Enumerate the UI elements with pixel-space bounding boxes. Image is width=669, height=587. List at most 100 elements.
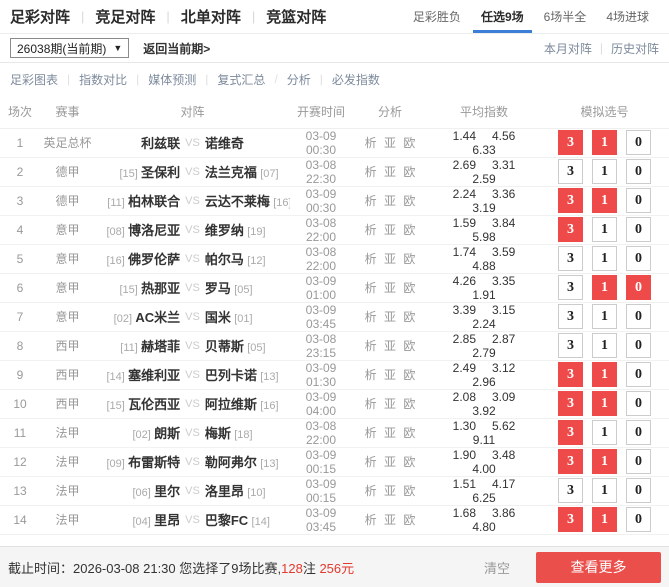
tab-shengfu[interactable]: 足彩胜负 [403,0,471,33]
pick-button-1[interactable]: 1 [592,130,617,155]
home-team[interactable]: 佛罗伦萨 [128,252,180,267]
pick-button-1[interactable]: 1 [592,188,617,213]
pick-button-0[interactable]: 0 [626,449,651,474]
tab-renxuan9-active[interactable]: 任选9场 [471,0,534,33]
pick-button-3[interactable]: 3 [558,130,583,155]
tab-4jinqiu[interactable]: 4场进球 [596,0,659,33]
pick-button-1[interactable]: 1 [592,304,617,329]
pick-button-1[interactable]: 1 [592,478,617,503]
nav-beidan-duizhen[interactable]: 北单对阵 [181,6,241,27]
pick-button-3[interactable]: 3 [558,217,583,242]
away-team[interactable]: 贝蒂斯 [205,339,244,354]
analysis-link-ya[interactable]: 亚 [384,397,396,411]
pick-button-1[interactable]: 1 [592,420,617,445]
home-team[interactable]: 圣保利 [141,165,180,180]
analysis-link-ou[interactable]: 欧 [403,223,415,237]
home-team[interactable]: 博洛尼亚 [128,223,180,238]
subnav-zucai-chart[interactable]: 足彩图表 [10,71,58,88]
away-team[interactable]: 法兰克福 [205,165,257,180]
analysis-link-ou[interactable]: 欧 [403,339,415,353]
pick-button-0[interactable]: 0 [626,362,651,387]
analysis-link-xi[interactable]: 析 [365,223,377,237]
pick-button-0[interactable]: 0 [626,507,651,532]
pick-button-1[interactable]: 1 [592,391,617,416]
subnav-media-predict[interactable]: 媒体预测 [148,71,196,88]
analysis-link-xi[interactable]: 析 [365,513,377,527]
analysis-link-ou[interactable]: 欧 [403,368,415,382]
back-to-current-link[interactable]: 返回当前期> [143,40,210,57]
analysis-link-ou[interactable]: 欧 [403,397,415,411]
subnav-bifa-index[interactable]: 必发指数 [332,71,380,88]
home-team[interactable]: AC米兰 [135,310,180,325]
home-team[interactable]: 里尔 [154,484,180,499]
pick-button-1[interactable]: 1 [592,333,617,358]
pick-button-3[interactable]: 3 [558,333,583,358]
analysis-link-ya[interactable]: 亚 [384,426,396,440]
analysis-link-xi[interactable]: 析 [365,281,377,295]
analysis-link-ya[interactable]: 亚 [384,513,396,527]
pick-button-1[interactable]: 1 [592,159,617,184]
history-matches-link[interactable]: 历史对阵 [611,40,659,57]
away-team[interactable]: 国米 [205,310,231,325]
analysis-link-ou[interactable]: 欧 [403,165,415,179]
analysis-link-ou[interactable]: 欧 [403,136,415,150]
home-team[interactable]: 热那亚 [141,281,180,296]
away-team[interactable]: 阿拉维斯 [205,397,257,412]
away-team[interactable]: 诺维奇 [205,136,244,151]
away-team[interactable]: 勒阿弗尔 [205,455,257,470]
analysis-link-ya[interactable]: 亚 [384,339,396,353]
subnav-fushi-summary[interactable]: 复式汇总 [217,71,265,88]
away-team[interactable]: 洛里昂 [205,484,244,499]
pick-button-3[interactable]: 3 [558,188,583,213]
pick-button-0[interactable]: 0 [626,246,651,271]
away-team[interactable]: 帕尔马 [205,252,244,267]
home-team[interactable]: 里昂 [154,513,180,528]
subnav-index-compare[interactable]: 指数对比 [79,71,127,88]
subnav-analysis[interactable]: 分析 [287,71,311,88]
pick-button-0[interactable]: 0 [626,217,651,242]
nav-jingzu-duizhen[interactable]: 竞足对阵 [95,6,155,27]
pick-button-3[interactable]: 3 [558,304,583,329]
analysis-link-ya[interactable]: 亚 [384,136,396,150]
month-matches-link[interactable]: 本月对阵 [544,40,592,57]
away-team[interactable]: 云达不莱梅 [205,194,270,209]
analysis-link-ya[interactable]: 亚 [384,194,396,208]
pick-button-3[interactable]: 3 [558,420,583,445]
analysis-link-ou[interactable]: 欧 [403,426,415,440]
pick-button-0[interactable]: 0 [626,304,651,329]
away-team[interactable]: 梅斯 [205,426,231,441]
period-select[interactable]: 26038期(当前期) ▼ [10,38,130,58]
pick-button-1[interactable]: 1 [592,217,617,242]
analysis-link-ya[interactable]: 亚 [384,310,396,324]
analysis-link-ya[interactable]: 亚 [384,252,396,266]
pick-button-3[interactable]: 3 [558,507,583,532]
analysis-link-xi[interactable]: 析 [365,455,377,469]
pick-button-3[interactable]: 3 [558,275,583,300]
analysis-link-ou[interactable]: 欧 [403,194,415,208]
analysis-link-xi[interactable]: 析 [365,484,377,498]
pick-button-0[interactable]: 0 [626,275,651,300]
tab-6banquan[interactable]: 6场半全 [534,0,597,33]
clear-button[interactable]: 清空 [484,558,510,577]
pick-button-1[interactable]: 1 [592,449,617,474]
away-team[interactable]: 维罗纳 [205,223,244,238]
analysis-link-ou[interactable]: 欧 [403,484,415,498]
home-team[interactable]: 利兹联 [141,136,180,151]
away-team[interactable]: 巴列卡诺 [205,368,257,383]
analysis-link-ya[interactable]: 亚 [384,281,396,295]
analysis-link-ya[interactable]: 亚 [384,484,396,498]
pick-button-3[interactable]: 3 [558,362,583,387]
pick-button-0[interactable]: 0 [626,478,651,503]
analysis-link-xi[interactable]: 析 [365,136,377,150]
pick-button-0[interactable]: 0 [626,333,651,358]
nav-zucai-duizhen[interactable]: 足彩对阵 [10,6,70,27]
analysis-link-ya[interactable]: 亚 [384,455,396,469]
analysis-link-xi[interactable]: 析 [365,165,377,179]
analysis-link-ou[interactable]: 欧 [403,455,415,469]
pick-button-3[interactable]: 3 [558,478,583,503]
pick-button-0[interactable]: 0 [626,420,651,445]
analysis-link-ou[interactable]: 欧 [403,252,415,266]
home-team[interactable]: 朗斯 [154,426,180,441]
pick-button-3[interactable]: 3 [558,391,583,416]
pick-button-3[interactable]: 3 [558,246,583,271]
